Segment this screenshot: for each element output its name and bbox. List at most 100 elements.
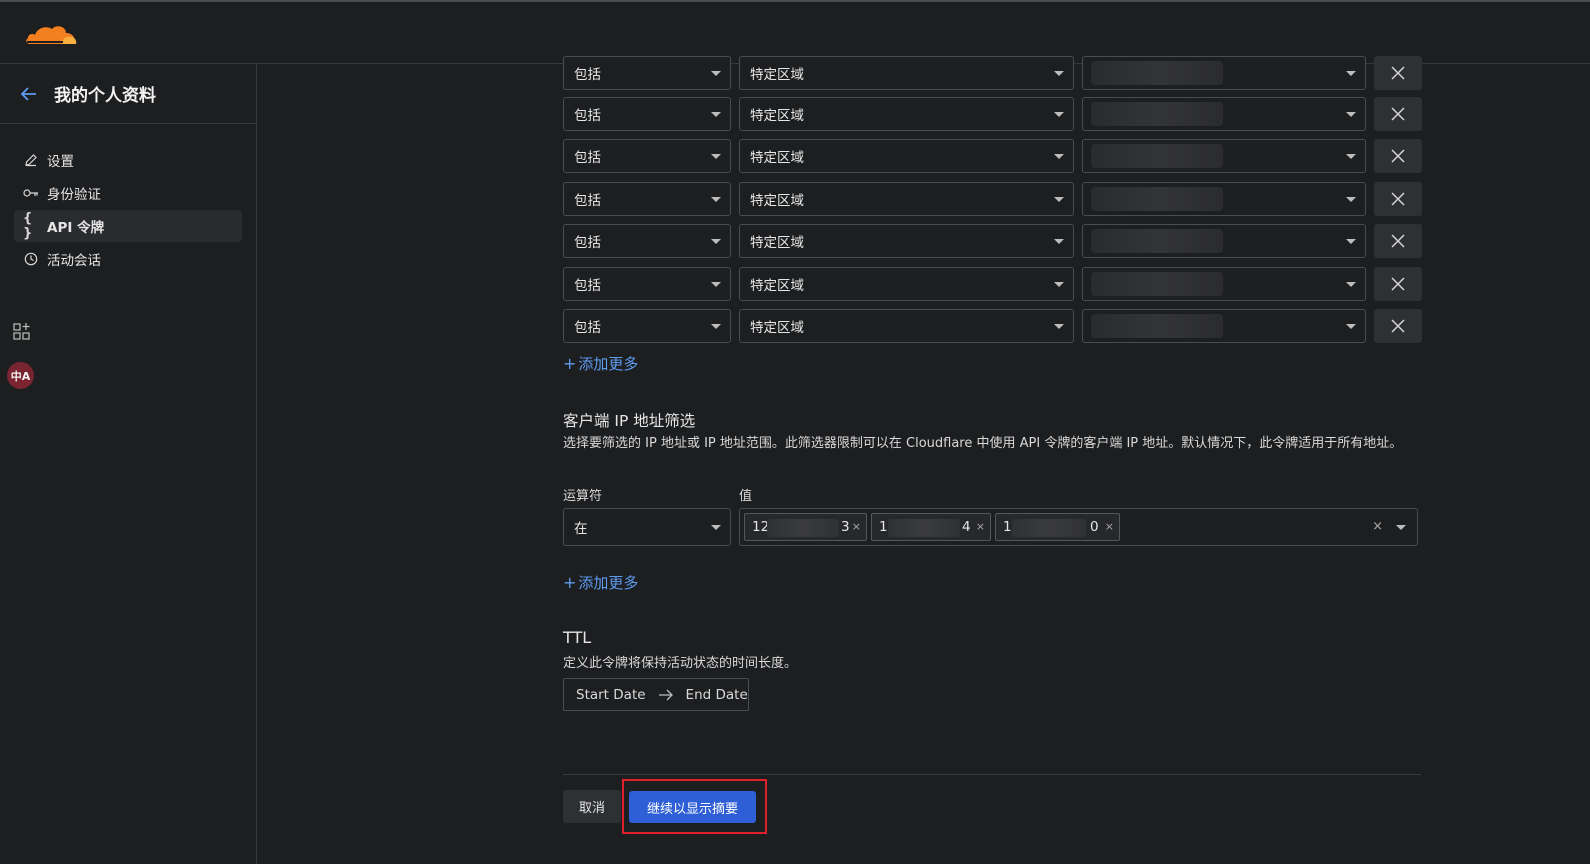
zone-select[interactable]	[1082, 224, 1366, 258]
start-date-input[interactable]: Start Date	[576, 687, 646, 703]
sidebar-header: 我的个人资料	[0, 64, 256, 124]
redacted-mask	[1091, 102, 1223, 126]
value-label: 值	[739, 489, 753, 504]
remove-row-button[interactable]	[1374, 309, 1422, 343]
scope-select[interactable]: 特定区域	[739, 309, 1074, 343]
remove-row-button[interactable]	[1374, 139, 1422, 173]
redacted-mask	[1091, 314, 1223, 338]
chevron-down-icon	[711, 71, 721, 76]
pencil-icon	[23, 152, 39, 168]
chevron-down-icon	[1346, 239, 1356, 244]
chevron-down-icon	[711, 525, 721, 530]
chevron-down-icon	[1054, 197, 1064, 202]
include-select[interactable]: 包括	[563, 267, 731, 301]
zone-select[interactable]	[1082, 309, 1366, 343]
ttl-title: TTL	[563, 628, 592, 647]
translate-icon[interactable]: 中A	[7, 362, 34, 389]
chevron-down-icon	[1054, 282, 1064, 287]
chevron-down-icon	[1054, 239, 1064, 244]
chevron-down-icon	[711, 112, 721, 117]
redacted-mask	[767, 519, 839, 537]
chevron-down-icon	[1346, 71, 1356, 76]
chevron-down-icon	[1054, 154, 1064, 159]
include-select[interactable]: 包括	[563, 224, 731, 258]
include-select[interactable]: 包括	[563, 56, 731, 90]
sidebar-title: 我的个人资料	[54, 86, 156, 106]
remove-row-button[interactable]	[1374, 97, 1422, 131]
redacted-mask	[1091, 229, 1223, 253]
chip-close-icon[interactable]: ×	[852, 520, 861, 533]
remove-row-button[interactable]	[1374, 224, 1422, 258]
sidebar-item-authentication[interactable]: 身份验证	[14, 177, 242, 209]
close-icon	[1391, 192, 1405, 206]
zone-select[interactable]	[1082, 97, 1366, 131]
add-more-ip-link[interactable]: + 添加更多	[563, 572, 638, 593]
top-bar	[0, 0, 1590, 64]
zone-select[interactable]	[1082, 139, 1366, 173]
chevron-down-icon	[1346, 154, 1356, 159]
close-icon	[1391, 319, 1405, 333]
include-select[interactable]: 包括	[563, 182, 731, 216]
operator-select[interactable]: 在	[563, 508, 731, 546]
chevron-down-icon	[1346, 324, 1356, 329]
close-icon	[1391, 277, 1405, 291]
include-select[interactable]: 包括	[563, 309, 731, 343]
redacted-mask	[888, 519, 960, 537]
chevron-down-icon	[1346, 282, 1356, 287]
scope-select[interactable]: 特定区域	[739, 224, 1074, 258]
close-icon	[1391, 149, 1405, 163]
ip-filter-title: 客户端 IP 地址筛选	[563, 412, 696, 430]
scope-select[interactable]: 特定区域	[739, 267, 1074, 301]
plus-icon: +	[563, 354, 577, 373]
chevron-down-icon	[1054, 324, 1064, 329]
include-select[interactable]: 包括	[563, 97, 731, 131]
scope-select[interactable]: 特定区域	[739, 97, 1074, 131]
sidebar-item-label: 身份验证	[47, 187, 101, 203]
scope-select[interactable]: 特定区域	[739, 56, 1074, 90]
close-icon	[1391, 234, 1405, 248]
redacted-mask	[1091, 144, 1223, 168]
zone-select[interactable]	[1082, 56, 1366, 90]
cloudflare-logo-icon[interactable]	[24, 20, 78, 48]
scope-select[interactable]: 特定区域	[739, 182, 1074, 216]
cancel-button[interactable]: 取消	[563, 790, 621, 823]
sidebar-item-settings[interactable]: 设置	[14, 144, 242, 176]
chevron-down-icon[interactable]	[1396, 525, 1406, 530]
chevron-down-icon	[711, 239, 721, 244]
ip-chip: 1 4 ×	[871, 513, 991, 541]
redacted-mask	[1091, 187, 1223, 211]
ttl-date-range[interactable]: Start Date End Date	[563, 678, 749, 711]
chevron-down-icon	[711, 197, 721, 202]
remove-row-button[interactable]	[1374, 182, 1422, 216]
sidebar-nav: 设置 身份验证 { } API 令牌 活动会话	[0, 124, 256, 275]
braces-icon: { }	[23, 211, 33, 241]
footer-divider	[563, 774, 1421, 775]
chip-close-icon[interactable]: ×	[1105, 520, 1114, 533]
sidebar-item-active-sessions[interactable]: 活动会话	[14, 243, 242, 275]
chip-close-icon[interactable]: ×	[976, 520, 985, 533]
clock-icon	[23, 251, 39, 267]
add-more-zone-link[interactable]: + 添加更多	[563, 353, 638, 374]
sidebar-item-api-tokens[interactable]: { } API 令牌	[14, 210, 242, 242]
ip-chip: 1 0 ×	[995, 513, 1120, 541]
arrow-right-icon	[658, 689, 673, 700]
remove-row-button[interactable]	[1374, 267, 1422, 301]
remove-row-button[interactable]	[1374, 56, 1422, 90]
scope-select[interactable]: 特定区域	[739, 139, 1074, 173]
apps-icon[interactable]	[12, 322, 32, 342]
zone-select[interactable]	[1082, 182, 1366, 216]
zone-select[interactable]	[1082, 267, 1366, 301]
end-date-input[interactable]: End Date	[686, 687, 748, 703]
redacted-mask	[1091, 61, 1223, 85]
ttl-description: 定义此令牌将保持活动状态的时间长度。	[563, 656, 798, 671]
chevron-down-icon	[1054, 112, 1064, 117]
sidebar: 我的个人资料 设置 身份验证 { } API 令牌 活动会话 中A	[0, 64, 257, 864]
close-icon	[1391, 66, 1405, 80]
plus-icon: +	[563, 573, 577, 592]
chevron-down-icon	[711, 154, 721, 159]
clear-all-icon[interactable]: ×	[1372, 519, 1383, 534]
include-select[interactable]: 包括	[563, 139, 731, 173]
arrow-left-icon[interactable]	[18, 83, 40, 105]
ip-value-multiselect[interactable]: 12 3 × 1 4 × 1 0 × ×	[739, 508, 1418, 546]
redacted-mask	[1091, 272, 1223, 296]
